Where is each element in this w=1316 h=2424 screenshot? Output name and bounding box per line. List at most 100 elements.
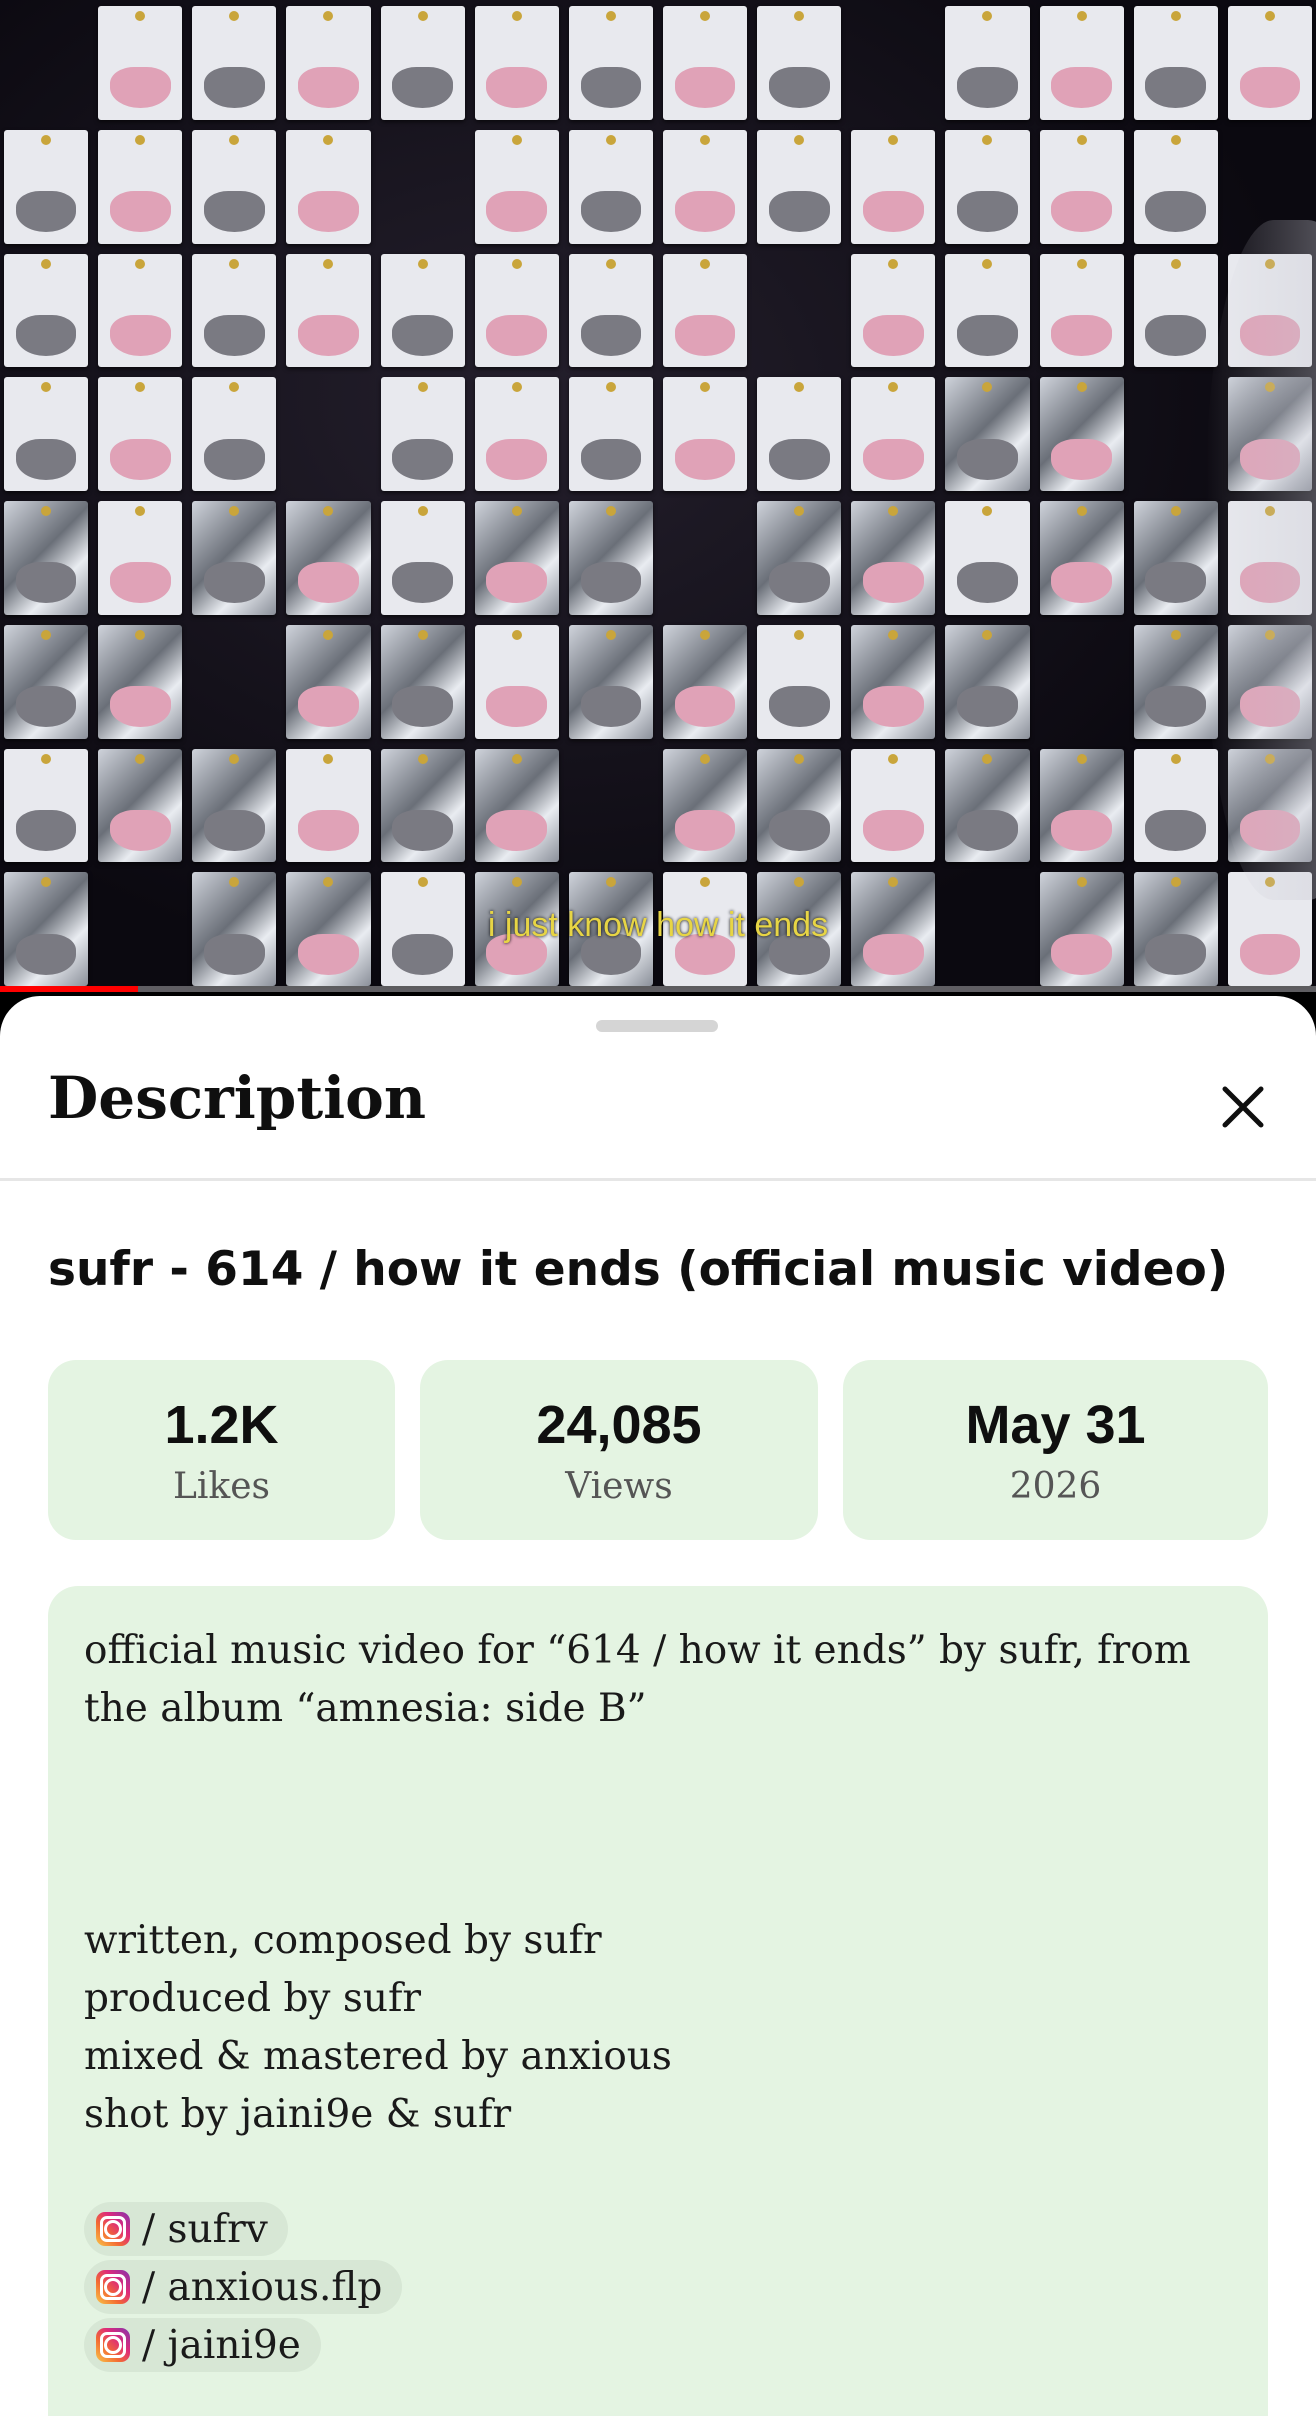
video-frame-plastic-cover — [1206, 220, 1316, 900]
earring-card — [568, 377, 653, 491]
stat-likes-value: 1.2K — [164, 1394, 279, 1455]
stat-views-label: Views — [565, 1465, 673, 1507]
credit-line: produced by sufr — [84, 1976, 422, 2021]
earring-card — [474, 6, 559, 120]
earring-card — [663, 377, 748, 491]
social-link-text: / anxious.flp — [142, 2264, 383, 2310]
earring-card — [568, 624, 653, 739]
earring-card — [98, 748, 183, 863]
earring-card — [98, 6, 183, 120]
earring-card — [4, 501, 89, 615]
stat-date-value: May 31 — [965, 1394, 1146, 1455]
earring-card — [851, 377, 936, 491]
earring-card — [663, 129, 748, 244]
video-frame-earring-display — [0, 0, 1316, 992]
earring-card — [192, 377, 277, 491]
earring-card — [757, 129, 842, 244]
video-player[interactable]: i just know how it ends — [0, 0, 1316, 992]
drag-handle[interactable] — [596, 1020, 718, 1032]
earring-card — [663, 253, 748, 368]
earring-card — [4, 624, 89, 739]
stat-views: 24,085 Views — [420, 1360, 818, 1540]
earring-card — [663, 6, 748, 120]
instagram-icon — [96, 2212, 130, 2246]
earring-card — [663, 624, 748, 739]
earring-card — [945, 6, 1030, 120]
earring-card — [568, 6, 653, 120]
earring-card — [474, 748, 559, 863]
description-sheet: Description sufr - 614 / how it ends (of… — [0, 996, 1316, 2424]
earring-card — [757, 6, 842, 120]
earring-card — [192, 129, 277, 244]
earring-card — [192, 748, 277, 863]
earring-card — [945, 377, 1030, 491]
header-divider — [0, 1178, 1316, 1181]
social-link-anxious[interactable]: / anxious.flp — [84, 2260, 403, 2314]
earring-card — [851, 624, 936, 739]
earring-card — [1039, 129, 1124, 244]
earring-card — [568, 501, 653, 615]
video-progress-bar[interactable] — [0, 986, 1316, 992]
video-progress-fill — [0, 986, 139, 992]
earring-card — [192, 6, 277, 120]
earring-card — [286, 501, 371, 615]
earring-card — [98, 253, 183, 368]
earring-card — [380, 6, 465, 120]
earring-card — [757, 501, 842, 615]
earring-card — [4, 748, 89, 863]
earring-card — [286, 6, 371, 120]
earring-card — [4, 377, 89, 491]
earring-card — [851, 253, 936, 368]
earring-card — [945, 748, 1030, 863]
earring-card — [757, 624, 842, 739]
earring-card — [945, 253, 1030, 368]
earring-card — [192, 253, 277, 368]
stat-likes: 1.2K Likes — [48, 1360, 395, 1540]
earring-card — [380, 253, 465, 368]
earring-card — [945, 624, 1030, 739]
earring-card — [98, 377, 183, 491]
credit-line: shot by jaini9e & sufr — [84, 2092, 512, 2137]
earring-card — [945, 501, 1030, 615]
earring-card — [1039, 6, 1124, 120]
earring-card — [1039, 748, 1124, 863]
earring-card — [1039, 377, 1124, 491]
social-link-text: / sufrv — [142, 2206, 268, 2252]
description-intro-line: official music video for “614 / how it e… — [84, 1628, 1191, 1673]
earring-card — [286, 624, 371, 739]
earring-card — [4, 129, 89, 244]
earring-card — [474, 253, 559, 368]
earring-card — [380, 377, 465, 491]
earring-card — [98, 624, 183, 739]
earring-card — [851, 748, 936, 863]
stat-views-value: 24,085 — [536, 1394, 702, 1455]
earring-card — [851, 129, 936, 244]
earring-card — [1133, 129, 1218, 244]
video-title: sufr - 614 / how it ends (official music… — [48, 1242, 1229, 1297]
earring-card — [1039, 501, 1124, 615]
earring-card — [757, 377, 842, 491]
earring-card — [568, 253, 653, 368]
earring-card — [286, 253, 371, 368]
close-icon — [1222, 1086, 1264, 1128]
earring-card — [1227, 6, 1312, 120]
social-link-sufrv[interactable]: / sufrv — [84, 2202, 288, 2256]
earring-card — [474, 501, 559, 615]
social-link-jaini9e[interactable]: / jaini9e — [84, 2318, 321, 2372]
credit-line: written, composed by sufr — [84, 1918, 602, 1963]
earring-card — [851, 501, 936, 615]
earring-card — [474, 624, 559, 739]
earring-card — [98, 501, 183, 615]
earring-card — [380, 624, 465, 739]
stat-date-year: 2026 — [1009, 1465, 1102, 1507]
earring-card — [757, 748, 842, 863]
earring-card — [474, 377, 559, 491]
earring-card — [663, 748, 748, 863]
earring-card — [192, 501, 277, 615]
close-button[interactable] — [1208, 1072, 1278, 1142]
earring-card — [4, 253, 89, 368]
earring-card — [1133, 253, 1218, 368]
earring-card — [380, 748, 465, 863]
earring-card — [1039, 253, 1124, 368]
instagram-icon — [96, 2270, 130, 2304]
